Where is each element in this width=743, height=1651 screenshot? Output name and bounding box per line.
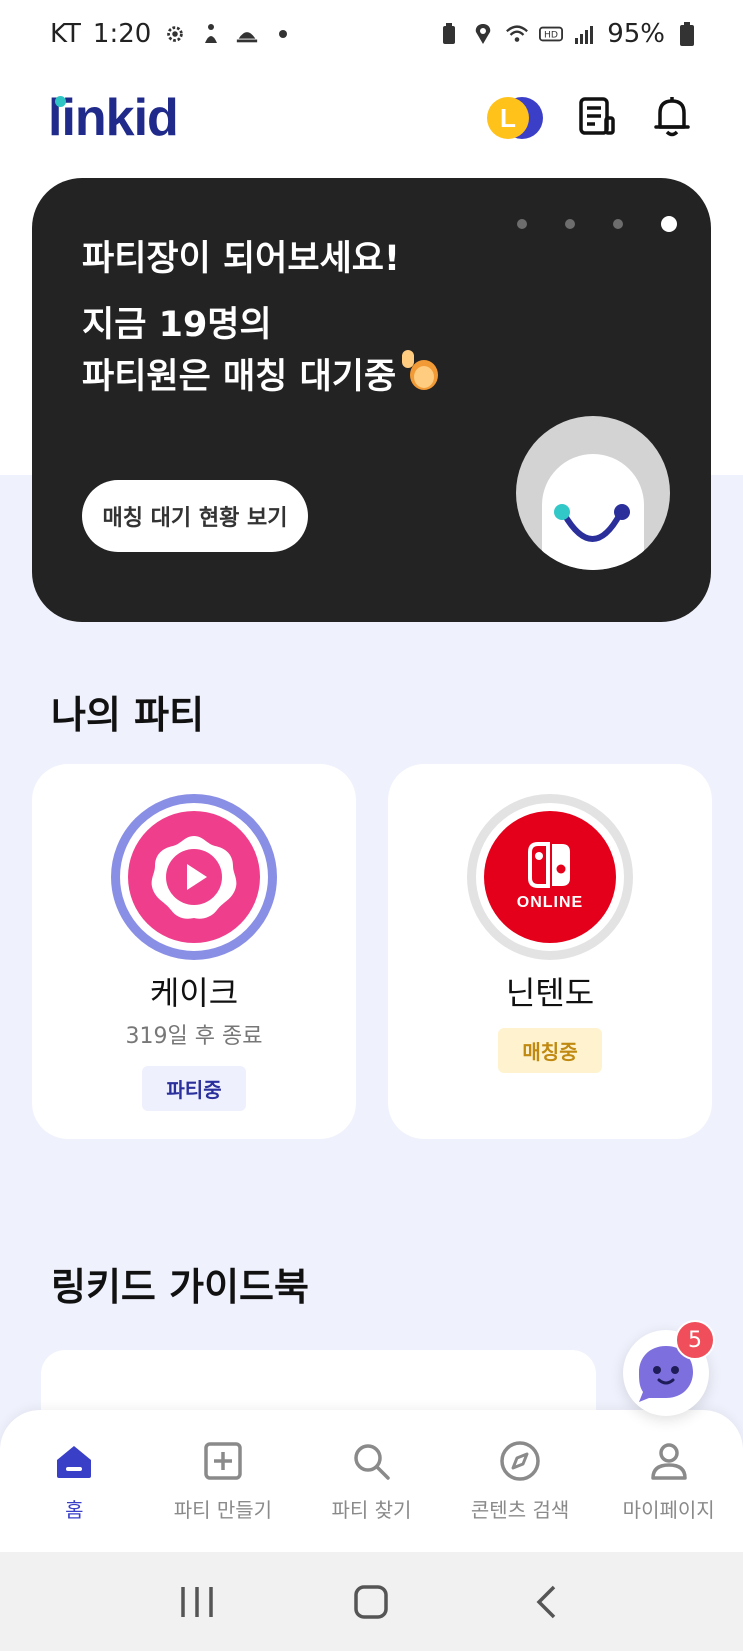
status-time: 1:20 [92,19,152,49]
status-badge-active: 파티중 [142,1066,246,1111]
signal-icon [573,22,597,46]
nav-label: 콘텐츠 검색 [470,1498,570,1522]
guide-title: 링키드 가이드북 [51,1265,309,1309]
carousel-dot [613,219,623,229]
logo-dot [55,96,66,107]
bottom-nav: 홈 파티 만들기 파티 찾기 콘텐츠 검색 마이페이지 [0,1410,743,1552]
mascot-icon [516,416,670,570]
nintendo-logo-icon: ONLINE [467,794,633,960]
party-name: 닌텐도 [505,974,595,1012]
home-square-icon [354,1584,389,1619]
location-pin-icon [471,22,495,46]
carrier-label: KT [50,19,81,49]
carousel-dot-active [661,216,677,232]
cake-logo-icon [111,794,277,960]
switch-icon [528,842,570,888]
party-card-nintendo[interactable]: ONLINE 닌텐도 매칭중 [388,764,712,1139]
battery-icon [675,22,699,46]
nav-label: 파티 만들기 [173,1498,273,1522]
settings-gear-icon [163,22,187,46]
search-icon [348,1438,394,1484]
back-chevron-icon [536,1585,556,1618]
carousel-indicator [517,216,677,232]
home-system-button[interactable] [341,1572,401,1632]
notification-button[interactable] [649,95,695,141]
nav-label: 파티 찾기 [331,1498,412,1522]
recent-apps-icon [181,1586,213,1617]
logo-text: linkid [48,89,179,147]
nav-content-search[interactable]: 콘텐츠 검색 [450,1438,590,1523]
receipt-icon [576,96,616,140]
cake-logo-inner [128,811,260,943]
point-coin-icon: L [487,97,529,139]
nintendo-logo-inner: ONLINE [484,811,616,943]
party-card-cake[interactable]: 케이크 319일 후 종료 파티중 [32,764,356,1139]
compass-icon [497,1438,543,1484]
chat-badge: 5 [675,1320,715,1360]
status-bar: KT 1:20 HD 95% [0,0,743,68]
carousel-dot [565,219,575,229]
accessibility-icon [199,22,223,46]
linkid-logo[interactable]: linkid [48,88,179,148]
bell-icon [652,95,692,141]
user-icon [646,1438,692,1484]
nav-create-party[interactable]: 파티 만들기 [153,1438,293,1523]
promo-banner[interactable]: 파티장이 되어보세요! 지금 19명의 파티원은 매칭 대기중 매칭 대기 현황… [32,178,711,622]
battery-saver-icon [437,22,461,46]
nav-label: 마이페이지 [622,1498,715,1522]
nav-find-party[interactable]: 파티 찾기 [301,1438,441,1523]
mascot-smile [554,504,630,542]
banner-subtitle-line1: 지금 19명의 [82,305,272,345]
svg-text:HD: HD [544,30,558,41]
system-nav-bar [0,1552,743,1651]
back-button[interactable] [516,1572,576,1632]
wifi-icon [505,22,529,46]
matching-status-button[interactable]: 매칭 대기 현황 보기 [82,480,308,552]
home-icon [51,1438,97,1484]
banner-title: 파티장이 되어보세요! [82,239,400,279]
app-header: linkid L [0,68,743,168]
nav-home[interactable]: 홈 [4,1438,144,1523]
chat-button[interactable]: 5 [623,1320,715,1416]
recent-apps-button[interactable] [167,1572,227,1632]
carousel-dot [517,219,527,229]
party-name: 케이크 [149,974,239,1012]
banner-subtitle-line2-wrap: 파티원은 매칭 대기중 [82,350,448,402]
my-party-title: 나의 파티 [51,693,205,737]
status-left: KT 1:20 [50,19,295,49]
weather-icon [235,22,259,46]
nav-label: 홈 [65,1498,84,1522]
status-badge-matching: 매칭중 [498,1028,602,1073]
banner-subtitle: 지금 19명의 파티원은 매칭 대기중 [82,300,448,402]
switch-online-text: ONLINE [516,894,584,911]
notification-dot-icon [271,22,295,46]
nav-mypage[interactable]: 마이페이지 [599,1438,739,1523]
banner-subtitle-line2: 파티원은 매칭 대기중 [82,357,397,397]
cake-play-icon [151,836,237,919]
hd-voice-icon: HD [539,22,564,46]
battery-percent: 95% [607,19,665,49]
status-right: HD 95% [437,19,699,49]
header-actions: L [487,95,695,141]
point-coin-button[interactable]: L [487,95,543,141]
plus-square-icon [200,1438,246,1484]
raising-hand-emoji-icon [402,350,448,396]
party-end-date: 319일 후 종료 [125,1024,263,1049]
receipt-button[interactable] [573,95,619,141]
